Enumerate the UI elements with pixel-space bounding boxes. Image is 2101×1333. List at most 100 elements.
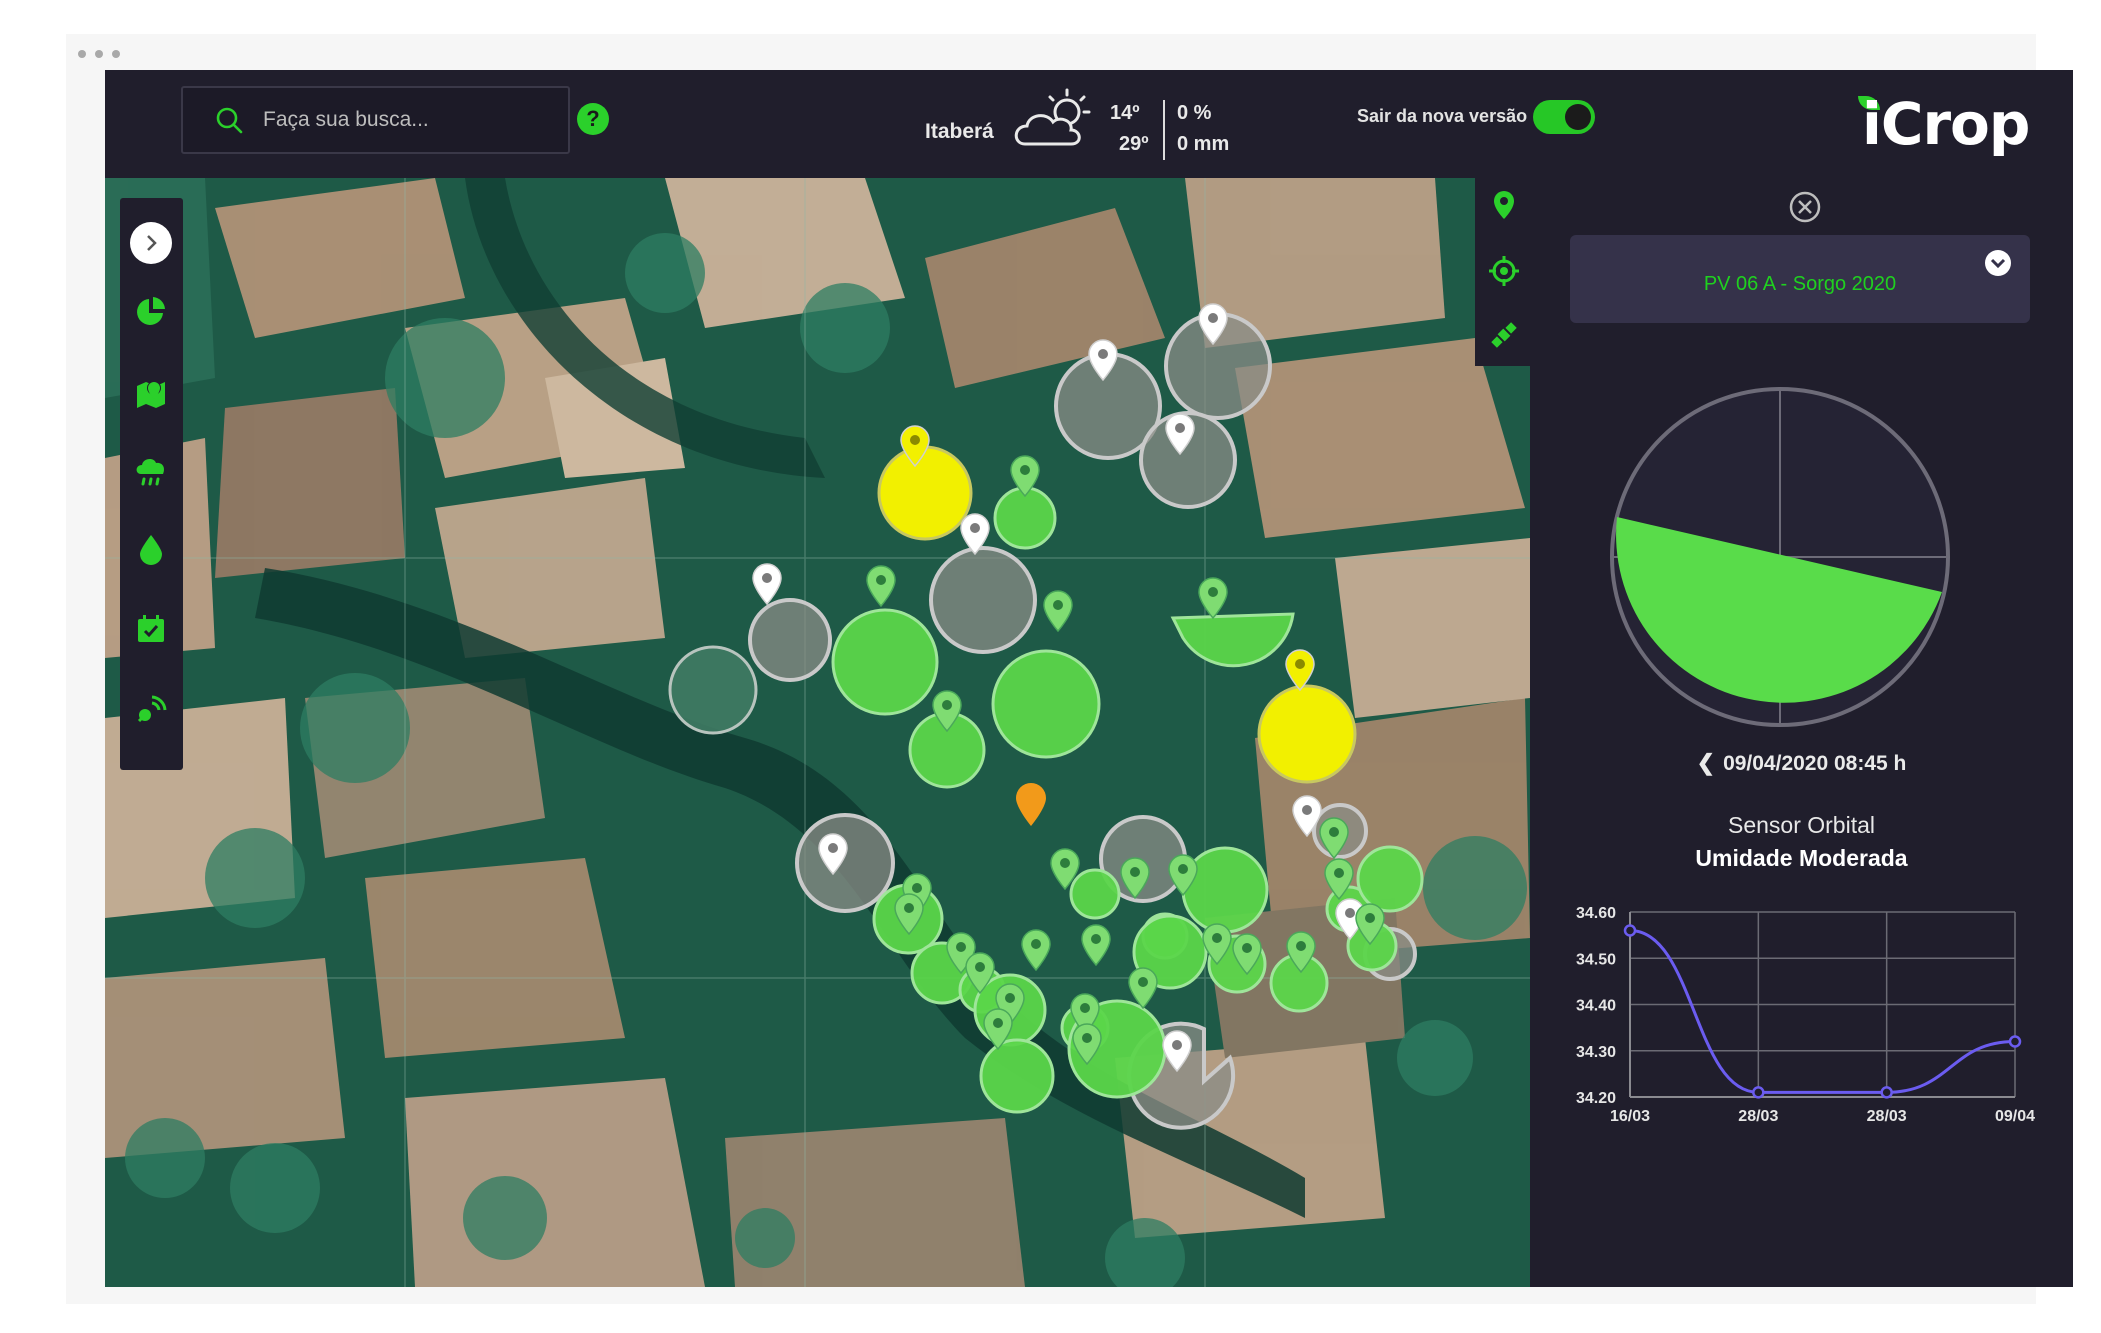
window-dots — [78, 50, 120, 58]
map-marker-dot — [876, 575, 886, 585]
chevron-down-icon — [1985, 250, 2011, 276]
previous-date-button[interactable]: ❮ — [1697, 750, 1715, 776]
rain-percent: 0 % — [1177, 102, 1212, 124]
chart-y-tick-label: 34.20 — [1576, 1090, 1616, 1107]
temp-max: 14º — [1110, 102, 1140, 124]
map-marker-dot — [1212, 933, 1222, 943]
left-toolbar — [120, 198, 183, 770]
map-marker-dot — [1005, 993, 1015, 1003]
map-marker-dot — [1053, 600, 1063, 610]
app-window: ? Itaberá 14º 29º 0 % 0 mm Sair da nova … — [105, 70, 2073, 1287]
location-pin-icon — [1494, 191, 1514, 219]
chart-series-line — [1629, 929, 2016, 1094]
map-marker-dot — [1178, 864, 1188, 874]
map-pin-icon — [137, 381, 165, 408]
date-navigator: ❮ 09/04/2020 08:45 h — [1530, 750, 2073, 776]
map-marker-dot — [762, 573, 772, 583]
pie-chart-icon — [137, 297, 165, 325]
top-bar: ? Itaberá 14º 29º 0 % 0 mm Sair da nova … — [105, 70, 2073, 177]
satellite-icon — [1491, 322, 1517, 348]
chart-x-tick-label: 16/03 — [1610, 1108, 1650, 1125]
search-box[interactable] — [181, 86, 570, 154]
map-marker-dot — [993, 1018, 1003, 1028]
satellite-layer-button[interactable] — [1489, 320, 1519, 350]
center-map-button[interactable] — [1489, 256, 1519, 286]
map-terrain — [105, 178, 1530, 1287]
chart-y-tick-label: 34.30 — [1576, 1044, 1616, 1061]
map-marker-dot — [1345, 908, 1355, 918]
calendar-check-icon — [138, 615, 164, 642]
map-marker-dot — [1020, 465, 1030, 475]
map-marker-dot — [912, 883, 922, 893]
chart-x-tick-label: 09/04 — [1995, 1108, 2035, 1125]
help-button[interactable]: ? — [577, 103, 609, 135]
sidebar-item-weather[interactable] — [130, 450, 172, 492]
map-marker-dot — [1172, 1040, 1182, 1050]
sidebar-expand-button[interactable] — [130, 222, 172, 264]
map-marker-dot — [1138, 977, 1148, 987]
chart-data-point[interactable] — [1880, 1086, 1893, 1099]
new-version-toggle[interactable] — [1533, 100, 1595, 134]
map-marker-dot — [1175, 423, 1185, 433]
search-icon — [216, 107, 243, 134]
new-version-toggle-label: Sair da nova versão — [1357, 106, 1528, 126]
sidebar-item-calendar[interactable] — [130, 608, 172, 650]
map-actions — [1475, 178, 1530, 366]
sidebar-item-irrigation[interactable] — [130, 528, 172, 570]
map-marker-dot — [942, 700, 952, 710]
pivot-moisture-diagram — [1610, 387, 1950, 727]
map-marker-dot — [1091, 934, 1101, 944]
water-drop-icon — [140, 535, 162, 565]
rain-mm: 0 mm — [1177, 133, 1230, 155]
chevron-right-icon — [147, 235, 157, 251]
map-marker-dot — [1296, 941, 1306, 951]
map-marker-dot — [904, 903, 914, 913]
map-marker-dot — [1130, 867, 1140, 877]
chart-data-point[interactable] — [1752, 1086, 1765, 1099]
map-marker-dot — [1334, 868, 1344, 878]
sensor-label: Sensor Orbital — [1727, 812, 1875, 838]
map-marker-dot — [1295, 659, 1305, 669]
temp-min: 29º — [1119, 133, 1149, 155]
locate-field-button[interactable] — [1489, 190, 1519, 220]
map-marker-dot — [1098, 349, 1108, 359]
chart-data-point[interactable] — [1623, 924, 1637, 937]
rain-cloud-icon — [136, 459, 165, 486]
weather-city: Itaberá — [925, 120, 994, 143]
map-marker-dot — [975, 962, 985, 972]
field-name: PV 06 A - Sorgo 2020 — [1703, 273, 1897, 295]
satellite-map[interactable] — [105, 178, 1530, 1287]
map-marker-dot — [1060, 858, 1070, 868]
chart-x-tick-label: 28/03 — [1738, 1108, 1778, 1125]
map-marker-dot — [1242, 943, 1252, 953]
icrop-logo: iCrop — [1862, 90, 2030, 158]
field-details-panel: PV 06 A - Sorgo 2020 ❮ 09/04/2020 08:45 h… — [1530, 177, 2073, 1287]
map-marker-dot — [1329, 827, 1339, 837]
weather-divider — [1163, 100, 1165, 160]
crosshair-icon — [1489, 256, 1519, 286]
map-marker-dot — [1365, 913, 1375, 923]
map-marker-dot — [1031, 939, 1041, 949]
chart-y-tick-label: 34.40 — [1576, 998, 1616, 1015]
map-marker-dot — [970, 523, 980, 533]
sidebar-item-satellite[interactable] — [130, 688, 172, 730]
map-marker-dot — [1208, 313, 1218, 323]
chart-y-tick-label: 34.60 — [1576, 905, 1616, 922]
search-input[interactable] — [261, 107, 525, 133]
chart-data-point[interactable] — [2008, 1035, 2022, 1048]
chart-y-tick-label: 34.50 — [1576, 951, 1616, 968]
map-marker-dot — [1080, 1003, 1090, 1013]
map-marker-dot — [1208, 587, 1218, 597]
map-marker-dot — [1302, 805, 1312, 815]
sidebar-item-reports[interactable] — [130, 290, 172, 332]
moisture-status: Umidade Moderada — [1695, 845, 1908, 871]
sidebar-item-fields-map[interactable] — [130, 370, 172, 412]
map-marker-dot — [828, 843, 838, 853]
reading-date: 09/04/2020 08:45 h — [1723, 752, 1907, 775]
map-marker-dot — [1082, 1033, 1092, 1043]
close-icon[interactable] — [1788, 190, 1822, 224]
map-marker-dot — [956, 942, 966, 952]
field-selector[interactable]: PV 06 A - Sorgo 2020 — [1570, 235, 2030, 323]
chart-x-tick-label: 28/03 — [1867, 1108, 1907, 1125]
partly-cloudy-icon — [1014, 88, 1091, 146]
